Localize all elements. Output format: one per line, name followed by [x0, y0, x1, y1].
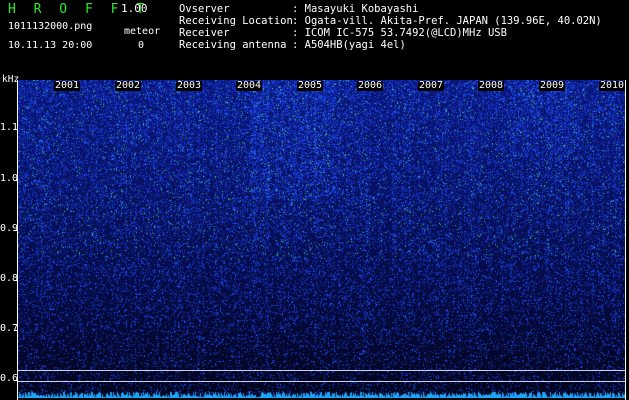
- spectrogram-canvas: [18, 80, 625, 398]
- y-tick: [14, 380, 18, 381]
- plot-right-border: [625, 80, 626, 400]
- location-value: : Ogata-vill. Akita-Pref. JAPAN (139.96E…: [292, 15, 602, 27]
- y-tick: [14, 180, 18, 181]
- app-version: 1.00: [121, 2, 148, 15]
- y-tick-label: 0.9: [0, 223, 19, 234]
- threshold-line-lower: [18, 381, 625, 382]
- y-tick-label: 1.1: [0, 122, 19, 133]
- hroft-screen: H R O F F T 1.00 1011132000.png 10.11.13…: [0, 0, 629, 400]
- year-label: 2005: [297, 80, 324, 91]
- date-time: 10.11.13 20:00: [8, 40, 93, 51]
- year-label: 2002: [115, 80, 142, 91]
- observer-value: : Masayuki Kobayashi: [292, 3, 419, 15]
- year-label: 2009: [539, 80, 566, 91]
- y-tick-label: 0.6: [0, 373, 19, 384]
- year-label: 2004: [236, 80, 263, 91]
- antenna-label: Receiving antenna: [179, 39, 287, 51]
- year-label: 2001: [54, 80, 81, 91]
- receiver-label: Receiver: [179, 27, 230, 39]
- y-tick: [14, 330, 18, 331]
- y-tick-label: 0.7: [0, 323, 19, 334]
- spectrogram: [18, 80, 625, 398]
- y-tick-label: 1.0: [0, 173, 19, 184]
- year-label: 2006: [357, 80, 384, 91]
- observer-label: Ovserver: [179, 3, 230, 15]
- y-tick: [14, 129, 18, 130]
- meteor-count: 0: [138, 40, 145, 51]
- year-label: 2010: [599, 80, 626, 91]
- y-tick-label: 0.8: [0, 273, 19, 284]
- receiver-value: : ICOM IC-575 53.7492(@LCD)MHz USB: [292, 27, 507, 39]
- antenna-value: : A504HB(yagi 4el): [292, 39, 406, 51]
- file-name: 1011132000.png: [8, 21, 93, 32]
- location-label: Receiving Location: [179, 15, 293, 27]
- meteor-label: meteor: [124, 26, 161, 37]
- y-tick: [14, 280, 18, 281]
- threshold-line-upper: [18, 370, 625, 371]
- year-label: 2008: [478, 80, 505, 91]
- year-label: 2003: [176, 80, 203, 91]
- y-tick: [14, 230, 18, 231]
- year-label: 2007: [418, 80, 445, 91]
